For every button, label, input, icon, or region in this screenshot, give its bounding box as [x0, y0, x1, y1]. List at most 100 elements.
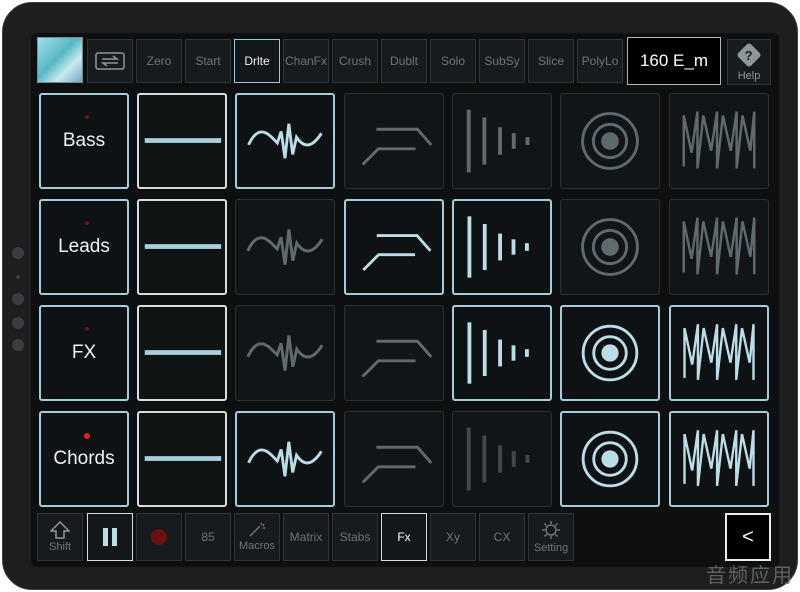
comb-icon: [683, 430, 755, 486]
shift-button[interactable]: Shift: [37, 513, 83, 561]
row-label-fx[interactable]: FX: [39, 305, 129, 401]
chanfx-button[interactable]: ChanFx: [283, 39, 329, 83]
levels-icon: [466, 109, 530, 173]
pad-flat[interactable]: [137, 411, 227, 507]
pad-wave[interactable]: [235, 411, 335, 507]
row-label-text: FX: [71, 342, 97, 363]
target-icon: [581, 430, 639, 488]
pad-flat[interactable]: [137, 93, 227, 189]
magic-wand-icon: [249, 522, 265, 537]
app-screen: Zero Start Drlte ChanFx Crush Dublt Solo…: [31, 33, 779, 567]
bottom-toolbar: Shift 85 Macros Matrix Stabs Fx Xy CX Se…: [37, 513, 775, 563]
row-label-text: Bass: [62, 130, 106, 151]
project-thumbnail[interactable]: [37, 37, 83, 83]
help-icon: ?: [736, 42, 762, 68]
crush-button[interactable]: Crush: [332, 39, 378, 83]
xy-button[interactable]: Xy: [430, 513, 476, 561]
pad-comb[interactable]: [669, 305, 769, 401]
pad-filter[interactable]: [344, 305, 444, 401]
pad-target[interactable]: [560, 93, 660, 189]
flat-line-icon: [144, 244, 222, 249]
pause-icon: [103, 528, 117, 546]
pad-levels[interactable]: [452, 93, 552, 189]
pad-filter[interactable]: [344, 199, 444, 295]
watermark-text: 音频应用: [706, 565, 794, 587]
swap-arrows-icon: [95, 52, 125, 70]
tablet-frame: Zero Start Drlte ChanFx Crush Dublt Solo…: [2, 2, 798, 590]
cx-button[interactable]: CX: [479, 513, 525, 561]
shift-label: Shift: [48, 541, 71, 553]
pad-comb[interactable]: [669, 199, 769, 295]
comb-icon: [682, 217, 756, 275]
target-icon: [581, 324, 639, 382]
polylo-button[interactable]: PolyLo: [577, 39, 623, 83]
subsy-button[interactable]: SubSy: [479, 39, 525, 83]
target-icon: [581, 218, 639, 276]
pad-comb[interactable]: [669, 93, 769, 189]
dublt-button[interactable]: Dublt: [381, 39, 427, 83]
swap-button[interactable]: [87, 39, 133, 83]
pause-button[interactable]: [87, 513, 133, 561]
setting-button[interactable]: Setting: [528, 513, 574, 561]
row-label-chords[interactable]: Chords: [39, 411, 129, 507]
flat-line-icon: [144, 138, 222, 143]
tempo-display[interactable]: 160 E_m: [627, 37, 721, 85]
filter-icon: [361, 339, 433, 378]
row-label-text: Leads: [58, 236, 110, 257]
pad-flat[interactable]: [137, 199, 227, 295]
side-dot: [16, 275, 20, 279]
gear-icon: [542, 521, 560, 539]
row-label-bass[interactable]: Bass: [39, 93, 129, 189]
filter-icon: [361, 127, 433, 166]
pad-levels[interactable]: [452, 411, 552, 507]
macros-button[interactable]: Macros: [234, 513, 280, 561]
pad-comb[interactable]: [669, 411, 769, 507]
side-button: [12, 317, 24, 329]
record-icon: [151, 529, 167, 545]
fx-button[interactable]: Fx: [381, 513, 427, 561]
drlte-button[interactable]: Drlte: [234, 39, 280, 83]
start-button[interactable]: Start: [185, 39, 231, 83]
flat-line-icon: [144, 456, 222, 461]
help-label: Help: [737, 70, 761, 82]
target-icon: [581, 112, 639, 170]
stabs-button[interactable]: Stabs: [332, 513, 378, 561]
solo-button[interactable]: Solo: [430, 39, 476, 83]
setting-label: Setting: [533, 542, 569, 554]
pad-wave[interactable]: [235, 93, 335, 189]
pad-wave[interactable]: [235, 305, 335, 401]
row-label-leads[interactable]: Leads: [39, 199, 129, 295]
matrix-button[interactable]: Matrix: [283, 513, 329, 561]
filter-icon: [362, 234, 432, 272]
help-button[interactable]: ? Help: [727, 39, 771, 85]
pad-target[interactable]: [560, 305, 660, 401]
wave-icon: [247, 123, 323, 159]
levels-icon: [467, 322, 529, 384]
filter-icon: [361, 445, 433, 484]
back-button[interactable]: <: [725, 513, 771, 561]
side-button: [12, 339, 24, 351]
pad-filter[interactable]: [344, 93, 444, 189]
flat-line-icon: [144, 350, 222, 355]
pad-levels[interactable]: [452, 305, 552, 401]
wave-icon: [246, 335, 324, 371]
zero-button[interactable]: Zero: [136, 39, 182, 83]
slice-button[interactable]: Slice: [528, 39, 574, 83]
pad-target[interactable]: [560, 411, 660, 507]
comb-icon: [682, 111, 756, 169]
pad-levels[interactable]: [452, 199, 552, 295]
levels-icon: [466, 427, 530, 491]
wave-icon: [247, 441, 323, 477]
side-button: [12, 293, 24, 305]
levels-icon: [467, 216, 529, 278]
comb-icon: [683, 324, 755, 380]
pad-target[interactable]: [560, 199, 660, 295]
pad-filter[interactable]: [344, 411, 444, 507]
count-button[interactable]: 85: [185, 513, 231, 561]
pad-flat[interactable]: [137, 305, 227, 401]
pad-wave[interactable]: [235, 199, 335, 295]
record-button[interactable]: [136, 513, 182, 561]
side-button: [12, 247, 24, 259]
top-toolbar: Zero Start Drlte ChanFx Crush Dublt Solo…: [37, 37, 775, 85]
shift-arrow-icon: [50, 521, 70, 539]
